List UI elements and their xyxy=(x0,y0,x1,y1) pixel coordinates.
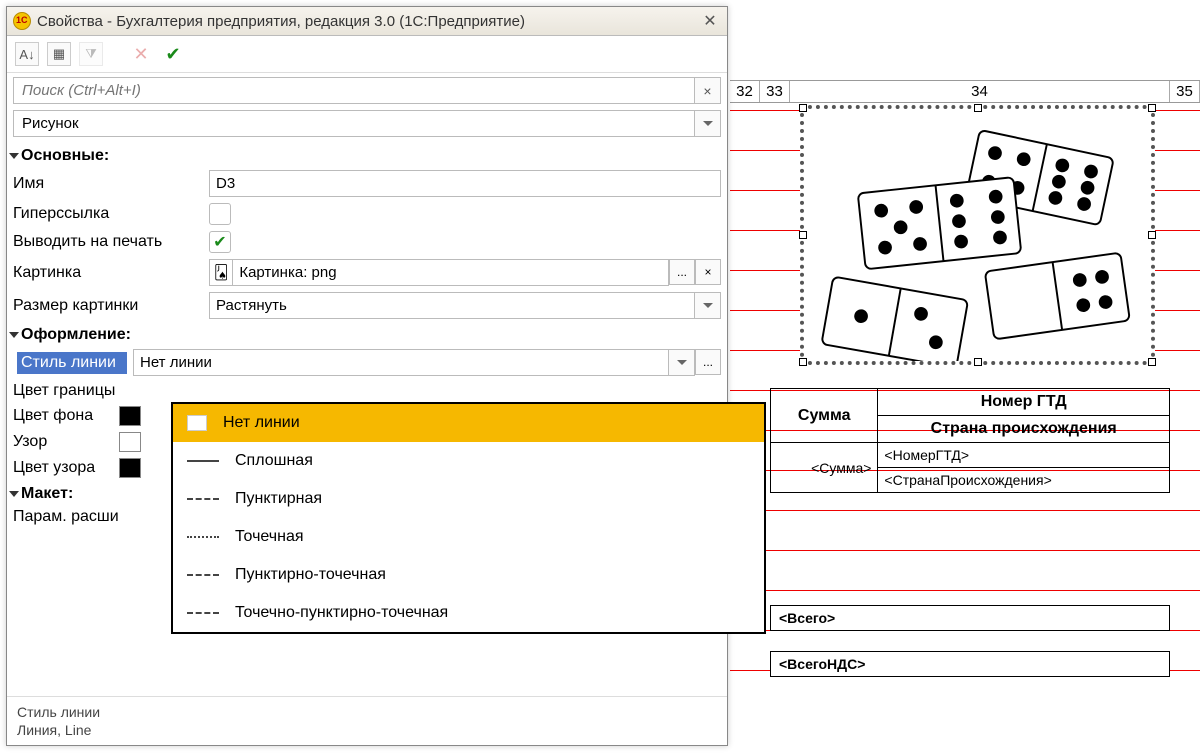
label-picsize: Размер картинки xyxy=(13,297,203,315)
label-pattern: Узор xyxy=(13,433,113,451)
cell-gtd-header[interactable]: Номер ГТД xyxy=(878,389,1170,416)
categorize-button[interactable]: ▦ xyxy=(47,42,71,66)
line-preview-dash-icon xyxy=(187,498,219,500)
label-print: Выводить на печать xyxy=(13,233,203,251)
input-picsize[interactable] xyxy=(209,292,695,319)
template-table: Сумма Номер ГТД Страна происхождения <Су… xyxy=(770,388,1170,493)
embedded-picture[interactable] xyxy=(800,105,1155,365)
label-patterncolor: Цвет узора xyxy=(13,459,113,477)
dropdown-item-none[interactable]: Нет линии xyxy=(173,404,764,442)
checkbox-hyperlink[interactable] xyxy=(209,203,231,225)
cancel-icon[interactable]: ✕ xyxy=(129,42,153,66)
linestyle-dropdown-popup: Нет линии Сплошная Пунктирная Точечная П… xyxy=(171,402,766,634)
picture-browse-button[interactable]: ... xyxy=(669,259,695,285)
dropdown-item-label: Пунктирно-точечная xyxy=(235,566,386,584)
col-header-33[interactable]: 33 xyxy=(760,81,790,102)
label-bgcolor: Цвет фона xyxy=(13,407,113,425)
dropdown-item-dotted[interactable]: Точечная xyxy=(173,518,764,556)
label-bordercolor: Цвет границы xyxy=(13,382,203,400)
linestyle-dropdown-button[interactable] xyxy=(669,349,695,376)
picture-thumb-icon: 🂫 xyxy=(209,259,232,286)
category-dropdown-button[interactable] xyxy=(695,110,721,137)
label-linestyle: Стиль линии xyxy=(17,352,127,374)
properties-dialog: Свойства - Бухгалтерия предприятия, реда… xyxy=(6,6,728,746)
col-header-35[interactable]: 35 xyxy=(1170,81,1200,102)
cell-total[interactable]: <Всего> xyxy=(770,605,1170,631)
status-line2: Линия, Line xyxy=(17,721,717,739)
search-row: × xyxy=(13,77,721,104)
dropdown-item-solid[interactable]: Сплошная xyxy=(173,442,764,480)
apply-icon[interactable]: ✔ xyxy=(161,42,185,66)
label-name: Имя xyxy=(13,175,203,193)
picsize-dropdown-button[interactable] xyxy=(695,292,721,319)
window-title: Свойства - Бухгалтерия предприятия, реда… xyxy=(37,13,693,30)
filter-button[interactable]: ⧩ xyxy=(79,42,103,66)
toolbar: A↓ ▦ ⧩ ✕ ✔ xyxy=(7,36,727,73)
dropdown-item-label: Нет линии xyxy=(223,414,300,432)
cell-origin-value[interactable]: <СтранаПроисхождения> xyxy=(878,468,1170,493)
section-style[interactable]: Оформление: xyxy=(7,322,727,346)
dropdown-item-dotdashdot[interactable]: Точечно-пунктирно-точечная xyxy=(173,594,764,632)
section-main[interactable]: Основные: xyxy=(7,143,727,167)
totals-block: <Всего> <ВсегоНДС> xyxy=(770,585,1170,677)
sort-az-button[interactable]: A↓ xyxy=(15,42,39,66)
dropdown-item-label: Точечно-пунктирно-точечная xyxy=(235,604,448,622)
cell-summa-header[interactable]: Сумма xyxy=(771,389,878,443)
line-preview-dotdashdot-icon xyxy=(187,612,219,614)
picture-clear-button[interactable]: × xyxy=(695,259,721,285)
app-icon xyxy=(13,12,31,30)
line-preview-solid-icon xyxy=(187,460,219,462)
linestyle-browse-button[interactable]: ... xyxy=(695,349,721,375)
category-row xyxy=(13,110,721,137)
checkbox-print[interactable]: ✔ xyxy=(209,231,231,253)
col-header-34[interactable]: 34 xyxy=(790,81,1170,102)
cell-total-vat[interactable]: <ВсегоНДС> xyxy=(770,651,1170,677)
cell-summa-value[interactable]: <Сумма> xyxy=(771,443,878,493)
dropdown-item-label: Точечная xyxy=(235,528,304,546)
input-linestyle[interactable] xyxy=(133,349,669,376)
clear-search-button[interactable]: × xyxy=(695,77,721,104)
swatch-patterncolor[interactable] xyxy=(119,458,141,478)
label-picture: Картинка xyxy=(13,264,203,282)
label-hyperlink: Гиперссылка xyxy=(13,205,203,223)
input-picture[interactable] xyxy=(232,259,669,286)
line-preview-none-icon xyxy=(187,415,207,431)
status-bar: Стиль линии Линия, Line xyxy=(7,696,727,745)
dropdown-item-label: Пунктирная xyxy=(235,490,322,508)
swatch-bgcolor[interactable] xyxy=(119,406,141,426)
line-preview-dot-icon xyxy=(187,536,219,538)
status-line1: Стиль линии xyxy=(17,703,717,721)
dropdown-item-dashdot[interactable]: Пунктирно-точечная xyxy=(173,556,764,594)
close-button[interactable]: ✕ xyxy=(699,11,721,31)
search-input[interactable] xyxy=(13,77,695,104)
dropdown-item-dashed[interactable]: Пунктирная xyxy=(173,480,764,518)
line-preview-dashdot-icon xyxy=(187,574,219,576)
swatch-pattern[interactable] xyxy=(119,432,141,452)
domino-image xyxy=(804,109,1151,361)
dropdown-item-label: Сплошная xyxy=(235,452,313,470)
input-name[interactable] xyxy=(209,170,721,197)
cell-gtd-value[interactable]: <НомерГТД> xyxy=(878,443,1170,468)
category-select[interactable] xyxy=(13,110,695,137)
column-headers: 32 33 34 35 xyxy=(730,80,1200,103)
col-header-32[interactable]: 32 xyxy=(730,81,760,102)
titlebar: Свойства - Бухгалтерия предприятия, реда… xyxy=(7,7,727,36)
cell-origin-header[interactable]: Страна происхождения xyxy=(878,416,1170,443)
